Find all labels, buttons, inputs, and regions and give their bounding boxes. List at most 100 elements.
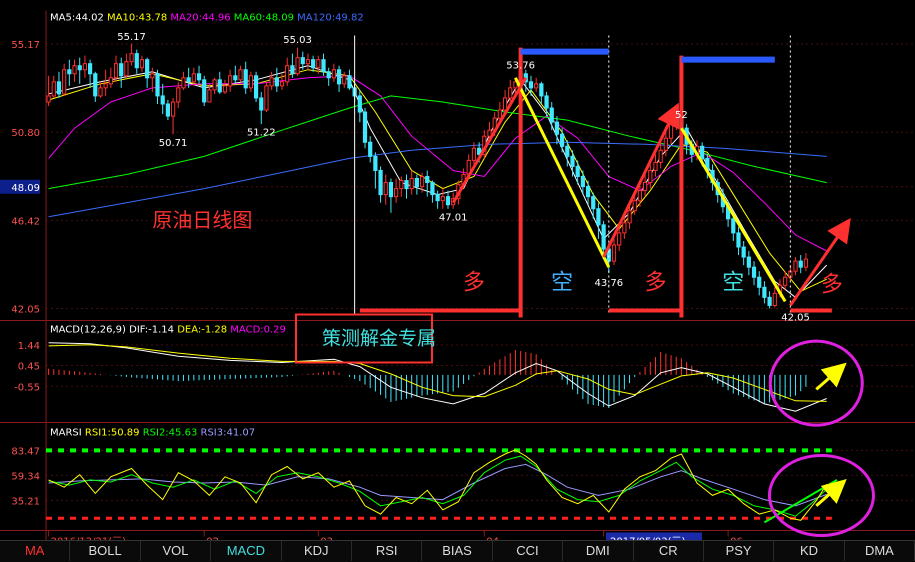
candle-down — [528, 81, 534, 89]
tab-psy[interactable]: PSY — [704, 541, 775, 561]
candle-up — [471, 147, 477, 161]
candle-up — [103, 83, 108, 89]
candle-down — [757, 276, 762, 288]
candle-down — [736, 232, 741, 248]
candle-up — [497, 109, 502, 119]
candle-down — [93, 73, 98, 97]
candle-up — [124, 61, 129, 77]
tab-macd[interactable]: MACD — [211, 541, 282, 561]
candle-up — [663, 137, 668, 151]
tab-kdj[interactable]: KDJ — [282, 541, 352, 561]
candle-up — [409, 178, 414, 190]
candle-down — [700, 145, 705, 159]
candle-up — [139, 59, 145, 69]
tab-ma[interactable]: MA — [0, 541, 71, 561]
rsi-legend-item: MARSI — [50, 428, 85, 439]
candle-down — [290, 65, 295, 75]
tab-kd[interactable]: KD — [774, 541, 845, 561]
price-tick-label: 55.17 — [11, 40, 40, 51]
candle-down — [414, 178, 419, 188]
macd-legend-item: MACD(12,26,9) — [50, 325, 129, 336]
tab-boll[interactable]: BOLL — [70, 541, 141, 561]
candle-up — [502, 97, 508, 111]
candle-up — [212, 79, 217, 91]
candle-up — [611, 244, 617, 262]
price-callout-label: 55.03 — [283, 35, 312, 46]
ma-legend-item: MA10:43.78 — [107, 13, 170, 24]
candle-up — [383, 182, 388, 196]
candle-down — [77, 65, 82, 71]
candle-up — [617, 232, 622, 246]
candle-down — [741, 246, 746, 258]
candle-down — [217, 79, 222, 93]
ma-legend-item: MA60:48.09 — [234, 13, 297, 24]
candle-up — [285, 65, 290, 83]
candle-up — [658, 149, 663, 163]
tab-dmi[interactable]: DMI — [563, 541, 634, 561]
chart-title-annotation: 原油日线图 — [152, 208, 252, 232]
candle-up — [508, 87, 513, 99]
candle-down — [311, 59, 316, 69]
candle-down — [404, 180, 409, 190]
candle-up — [113, 63, 119, 79]
trend-region-label: 多 — [821, 272, 843, 297]
macd-legend-item: DIF:-1.14 — [129, 325, 177, 336]
trend-region-label: 多 — [644, 270, 666, 295]
candle-down — [56, 81, 62, 95]
macd-tick-label: 1.44 — [18, 341, 40, 352]
candle-up — [238, 69, 243, 81]
candle-up — [648, 169, 653, 184]
ma-legend-item: MA120:49.82 — [297, 13, 364, 24]
candle-down — [570, 155, 575, 167]
candle-down — [430, 182, 435, 196]
candle-down — [253, 75, 259, 99]
candle-down — [388, 182, 394, 198]
candle-up — [222, 85, 228, 93]
candle-down — [554, 121, 560, 135]
candle-down — [565, 145, 570, 157]
price-callout-label: 42.05 — [781, 312, 810, 323]
rsi-legend-item: RSI2:45.63 — [143, 428, 201, 439]
candle-down — [767, 296, 772, 306]
candle-down — [560, 133, 565, 147]
candle-down — [585, 186, 591, 198]
candle-down — [202, 79, 207, 103]
trend-region-label: 空 — [722, 270, 744, 295]
candle-up — [399, 180, 404, 190]
candle-up — [82, 63, 88, 71]
tab-cci[interactable]: CCI — [493, 541, 564, 561]
tab-vol[interactable]: VOL — [141, 541, 212, 561]
candle-down — [336, 69, 342, 85]
candle-up — [191, 73, 196, 83]
tab-rsi[interactable]: RSI — [352, 541, 423, 561]
macd-legend-item: MACD:0.29 — [230, 325, 286, 336]
candle-down — [580, 176, 585, 188]
candle-up — [98, 87, 103, 97]
tab-cr[interactable]: CR — [634, 541, 704, 561]
candle-up — [264, 85, 269, 111]
macd-legend: MACD(12,26,9) DIF:-1.14 DEA:-1.28 MACD:0… — [50, 325, 286, 336]
candle-up — [181, 77, 186, 89]
candle-up — [643, 182, 648, 192]
candle-up — [51, 81, 56, 97]
candle-down — [368, 141, 373, 157]
candle-down — [134, 53, 139, 69]
candle-down — [186, 77, 191, 83]
candle-down — [798, 260, 803, 268]
candle-up — [248, 75, 253, 89]
candle-up — [295, 57, 300, 75]
candle-up — [46, 95, 51, 103]
candle-up — [668, 123, 674, 139]
candle-up — [331, 69, 336, 79]
tab-dma[interactable]: DMA — [845, 541, 915, 561]
candle-down — [243, 69, 248, 89]
candle-down — [233, 75, 238, 81]
price-callout-label: 53.76 — [506, 61, 535, 72]
candle-up — [316, 59, 321, 69]
candle-up — [622, 222, 627, 234]
candle-down — [326, 71, 331, 79]
tab-bias[interactable]: BIAS — [422, 541, 493, 561]
ma-legend: MA5:44.02 MA10:43.78 MA20:44.96 MA60:48.… — [50, 13, 364, 24]
candle-down — [67, 69, 72, 75]
candle-up — [305, 59, 311, 65]
